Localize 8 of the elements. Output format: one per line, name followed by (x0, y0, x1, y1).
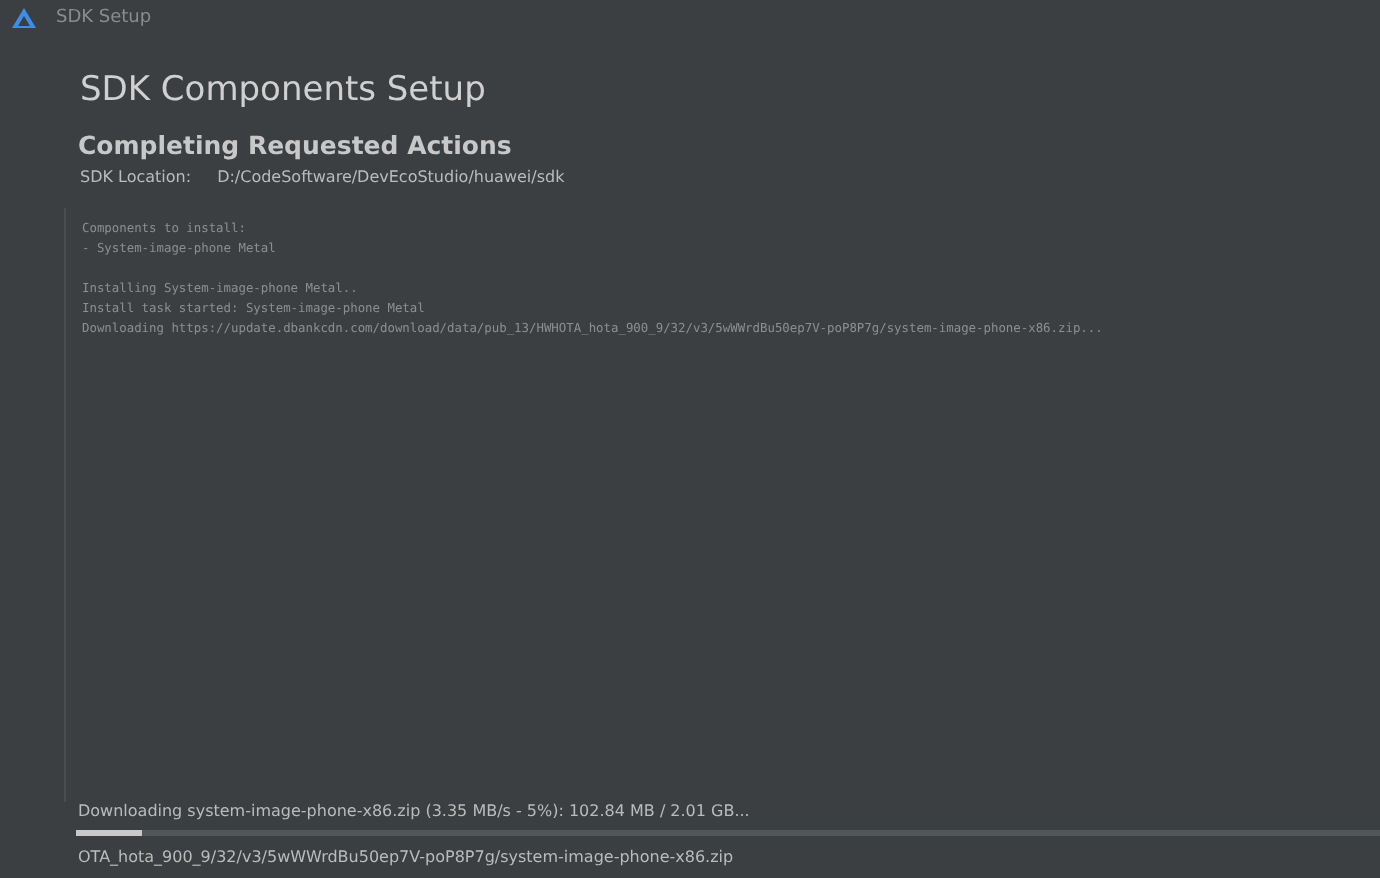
location-label: SDK Location: (80, 168, 192, 186)
download-file-path: OTA_hota_900_9/32/v3/5wWWrdBu50ep7V-poP8P7g/system-image-phone-x86.zip (76, 846, 736, 870)
section-heading: Completing Requested Actions (78, 130, 514, 160)
location-path: D:/CodeSoftware/DevEcoStudio/huawei/sdk (217, 168, 565, 186)
page-title: SDK Components Setup (80, 70, 488, 110)
download-status: Downloading system-image-phone-x86.zip (3.35 MB/s - 5%): 102.84 MB / 2.01 GB... (76, 802, 752, 820)
window-title: SDK Setup (56, 8, 152, 28)
app-logo-icon (12, 7, 36, 29)
